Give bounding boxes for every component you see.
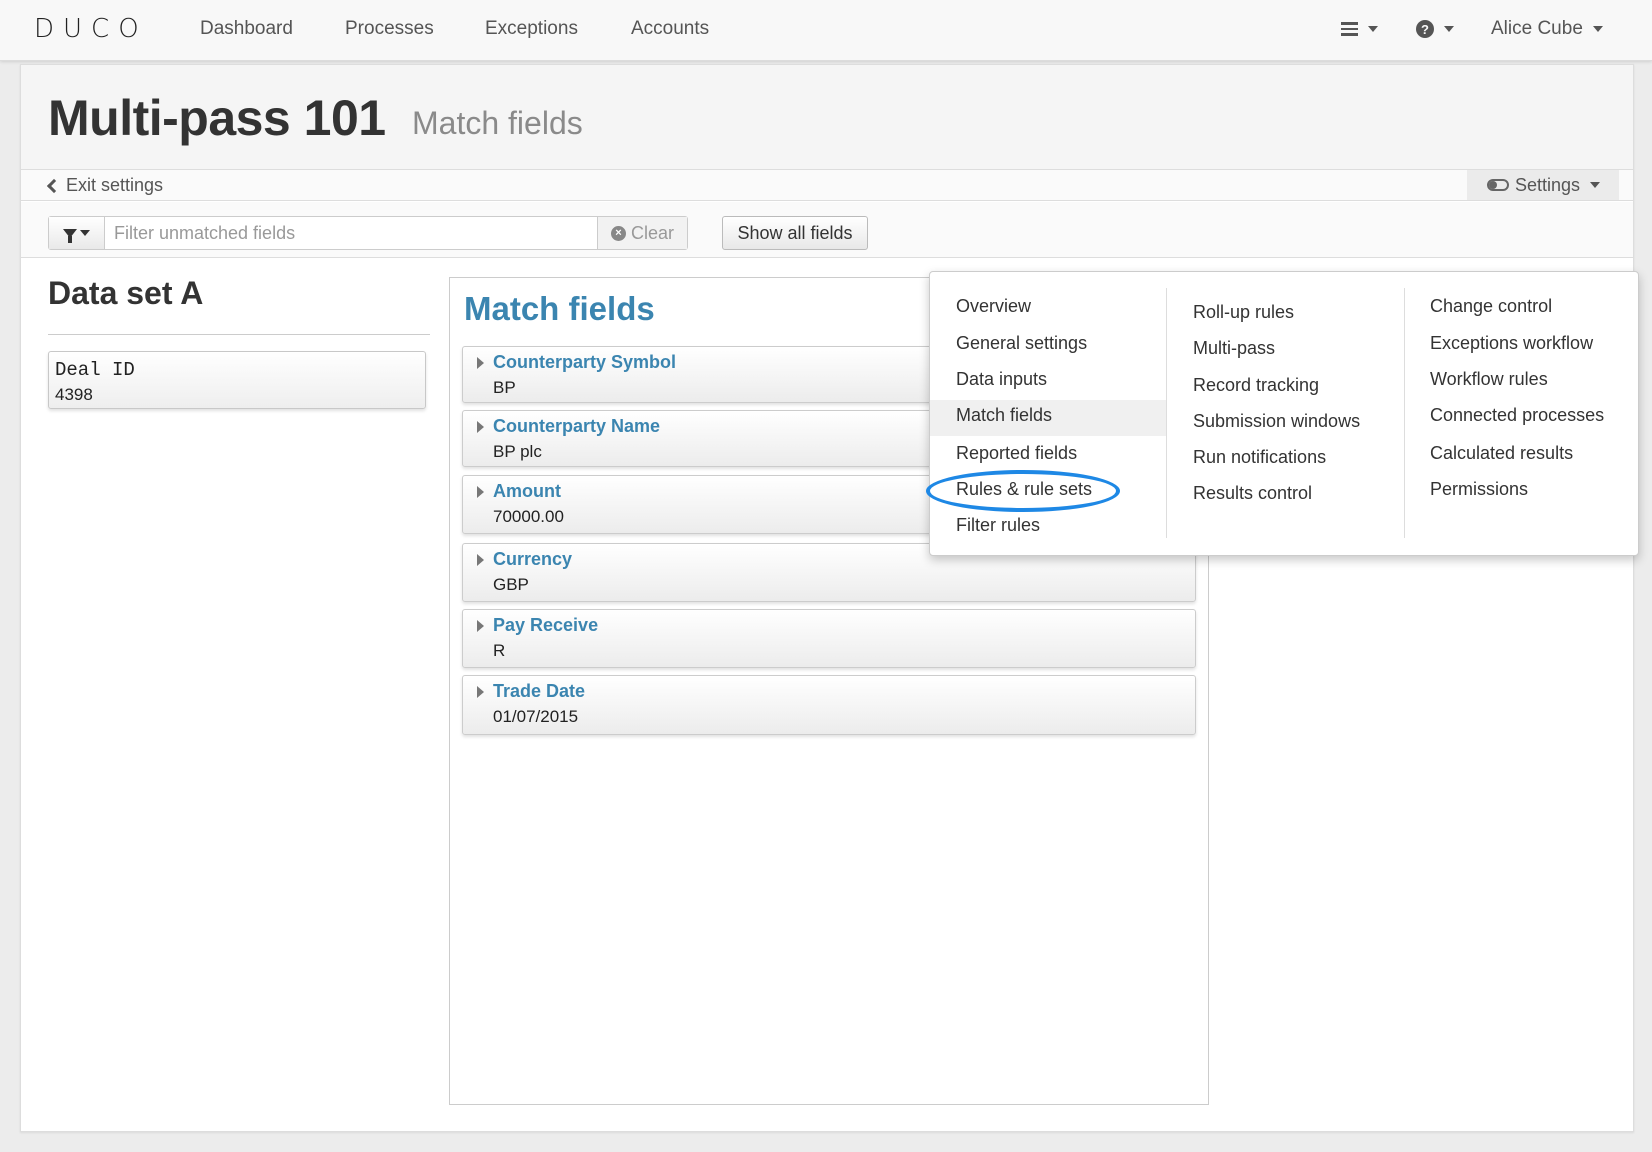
- match-field-row[interactable]: Pay Receive R: [462, 609, 1196, 668]
- main-panel: Multi-pass 101 Match fields Exit setting…: [20, 64, 1639, 1132]
- question-icon: ?: [1416, 20, 1434, 38]
- settings-dropdown-menu: Overview General settings Data inputs Ma…: [926, 271, 1639, 556]
- nav-accounts[interactable]: Accounts: [631, 18, 709, 40]
- caret-right-icon[interactable]: [477, 620, 484, 632]
- menu-item-record-tracking[interactable]: Record tracking: [1193, 375, 1319, 396]
- chevron-down-icon: [80, 230, 90, 236]
- filter-type-dropdown[interactable]: [49, 217, 105, 249]
- clear-label: Clear: [630, 222, 674, 243]
- menu-item-calculated-results[interactable]: Calculated results: [1430, 443, 1573, 464]
- clear-icon: ×: [610, 225, 626, 241]
- filter-toolbar: × Clear Show all fields: [21, 202, 1633, 258]
- match-field-name: Pay Receive: [493, 615, 599, 635]
- chevron-left-icon: [46, 178, 62, 193]
- field-name: Deal ID: [55, 359, 135, 381]
- field-value: 4398: [55, 385, 93, 404]
- caret-right-icon[interactable]: [477, 554, 484, 566]
- match-field-value: R: [493, 641, 506, 660]
- match-field-value: 01/07/2015: [493, 707, 579, 726]
- menu-item-reported-fields[interactable]: Reported fields: [956, 443, 1077, 464]
- duco-logo[interactable]: DUCO: [34, 14, 148, 44]
- match-fields-title: Match fields: [464, 290, 655, 327]
- caret-right-icon[interactable]: [477, 357, 484, 369]
- match-field-value: 70000.00: [493, 507, 564, 526]
- chevron-down-icon: [1368, 26, 1378, 32]
- filter-icon: [63, 228, 77, 243]
- dataset-field-card[interactable]: Deal ID 4398: [48, 351, 426, 409]
- page-subtitle: Match fields: [412, 105, 583, 141]
- chevron-down-icon: [1590, 182, 1601, 188]
- settings-bar: Exit settings Settings: [21, 169, 1633, 201]
- settings-dropdown-button[interactable]: Settings: [1467, 170, 1619, 200]
- toggle-icon: [1487, 179, 1509, 191]
- nav-processes[interactable]: Processes: [345, 18, 434, 40]
- page-header: Multi-pass 101 Match fields: [21, 65, 1633, 169]
- dataset-a-title: Data set A: [48, 275, 204, 311]
- menu-item-run-notifications[interactable]: Run notifications: [1193, 447, 1326, 468]
- menu-item-submission-windows[interactable]: Submission windows: [1193, 411, 1360, 432]
- user-menu[interactable]: Alice Cube: [1491, 18, 1603, 40]
- user-name: Alice Cube: [1491, 18, 1583, 39]
- exit-settings-label: Exit settings: [66, 175, 164, 195]
- menu-item-match-fields[interactable]: Match fields: [956, 405, 1052, 426]
- menu-item-workflow-rules[interactable]: Workflow rules: [1430, 369, 1548, 390]
- menu-item-filter-rules[interactable]: Filter rules: [956, 515, 1040, 536]
- caret-right-icon[interactable]: [477, 486, 484, 498]
- clear-button[interactable]: × Clear: [597, 217, 687, 249]
- match-field-value: GBP: [493, 575, 529, 594]
- menu-item-permissions[interactable]: Permissions: [1430, 479, 1528, 500]
- caret-right-icon[interactable]: [477, 421, 484, 433]
- match-field-value: BP plc: [493, 442, 542, 461]
- hamburger-icon: [1341, 22, 1358, 36]
- menu-item-change-control[interactable]: Change control: [1430, 296, 1552, 317]
- filter-group: × Clear: [48, 216, 688, 250]
- exit-settings-link[interactable]: Exit settings: [46, 175, 164, 196]
- top-navbar: DUCO Dashboard Processes Exceptions Acco…: [0, 0, 1652, 61]
- menu-item-data-inputs[interactable]: Data inputs: [956, 369, 1047, 390]
- settings-label: Settings: [1515, 174, 1581, 195]
- divider: [48, 334, 430, 335]
- menu-item-exceptions-workflow[interactable]: Exceptions workflow: [1430, 333, 1593, 354]
- match-field-row[interactable]: Trade Date 01/07/2015: [462, 675, 1196, 735]
- menu-item-results-control[interactable]: Results control: [1193, 483, 1312, 504]
- menu-item-overview[interactable]: Overview: [956, 296, 1031, 317]
- help-dropdown[interactable]: ?: [1416, 20, 1454, 38]
- nav-exceptions[interactable]: Exceptions: [485, 18, 578, 40]
- logo-text: DUCO: [34, 14, 148, 44]
- chevron-down-icon: [1592, 26, 1603, 32]
- column-divider: [1166, 288, 1167, 538]
- menu-item-connected-processes[interactable]: Connected processes: [1430, 405, 1604, 426]
- menu-item-multi-pass[interactable]: Multi-pass: [1193, 338, 1275, 359]
- match-field-name: Counterparty Symbol: [493, 352, 677, 372]
- menu-item-rules-rule-sets[interactable]: Rules & rule sets: [956, 479, 1092, 500]
- menu-item-roll-up-rules[interactable]: Roll-up rules: [1193, 302, 1294, 323]
- filter-input[interactable]: [105, 217, 597, 249]
- match-field-name: Counterparty Name: [493, 416, 661, 436]
- menu-item-general-settings[interactable]: General settings: [956, 333, 1087, 354]
- caret-right-icon[interactable]: [477, 686, 484, 698]
- chevron-down-icon: [1444, 26, 1454, 32]
- match-field-value: BP: [493, 378, 516, 397]
- match-field-name: Trade Date: [493, 681, 586, 701]
- match-field-name: Currency: [493, 549, 573, 569]
- menu-dropdown[interactable]: [1341, 22, 1378, 36]
- column-divider: [1404, 288, 1405, 538]
- page-title: Multi-pass 101: [48, 90, 386, 146]
- show-all-fields-button[interactable]: Show all fields: [722, 216, 868, 250]
- match-field-name: Amount: [493, 481, 561, 501]
- nav-dashboard[interactable]: Dashboard: [200, 18, 293, 40]
